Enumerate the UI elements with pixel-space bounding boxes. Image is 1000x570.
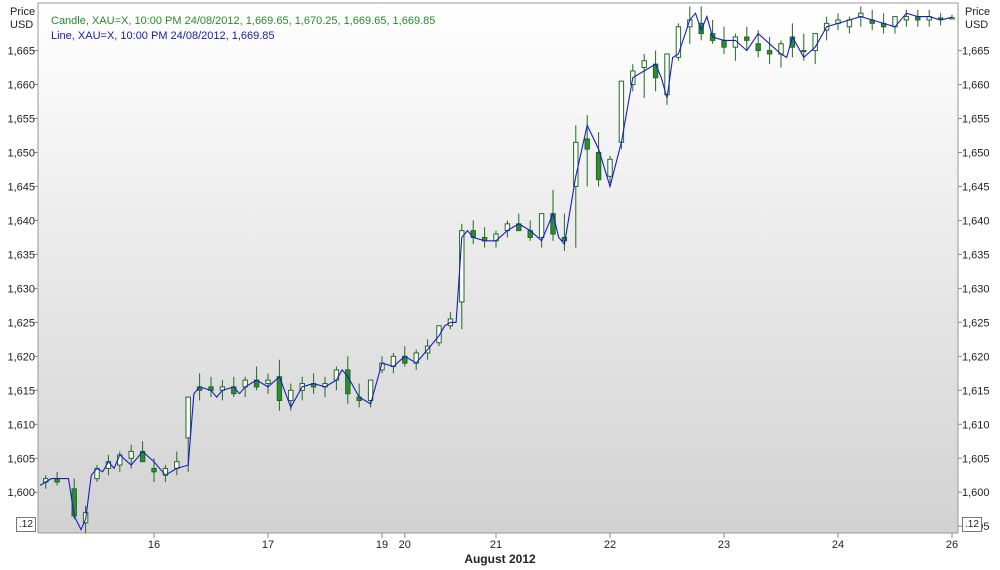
x-axis-month-label: August 2012 [464,552,536,566]
candle-body [766,50,773,55]
right-unit-label: Price USD [965,6,990,32]
candle-body [151,467,157,473]
left-unit-usd: USD [10,19,34,31]
x-tick-label: 21 [490,539,502,551]
y-tick-label-left: 1,665 [7,46,35,58]
candle-body [573,141,579,187]
y-tick-label-right: 1,615 [962,385,990,397]
y-tick-label-left: 1,640 [7,215,35,227]
candle-body [607,158,613,177]
y-tick-label-left: 1,600 [7,487,35,499]
y-tick-label-left: 1,615 [7,385,35,397]
left-unit-price: Price [10,6,36,18]
candle-body [345,369,351,395]
x-tick-label: 24 [832,539,844,551]
y-tick-label-left: 1,635 [7,249,35,261]
y-tick-label-right: 1,665 [962,46,990,58]
y-tick-label-right: 1,655 [962,114,990,126]
x-tick-label: 26 [946,539,958,551]
x-tick-label: 23 [718,539,730,551]
y-tick-label-right: 1,660 [962,80,990,92]
candle-body [595,151,602,181]
candle-body [641,60,647,69]
legend-line: Line, XAU=X, 10:00 PM 24/08/2012, 1,669.… [51,30,275,42]
candle-body [744,36,750,41]
left-scale-badge: .12 [16,517,36,532]
y-tick-label-right: 1,605 [962,453,990,465]
candle-body [185,396,191,439]
candle-body [584,138,590,150]
y-tick-label-left: 1,645 [7,181,35,193]
candle-body [721,39,727,48]
price-chart[interactable]: 1,600 1,605 1,610 1,615 1,620 1,625 1,630 1,635… [0,0,1000,570]
left-unit-label: Price USD [10,6,35,32]
y-tick-label-right: 1,650 [962,147,990,159]
y-tick-label-left: 1,630 [7,283,35,295]
candle-body [903,16,910,21]
legend-candle: Candle, XAU=X, 10:00 PM 24/08/2012, 1,66… [51,15,436,27]
y-tick-label-right: 1,635 [962,249,990,261]
y-tick-label-left: 1,655 [7,114,35,126]
right-unit-usd: USD [965,19,989,31]
y-tick-label-right: 1,610 [962,419,990,431]
x-tick-label: 20 [399,539,411,551]
x-axis: 16 17 19 20 21 22 23 24 26 [148,533,958,551]
legend: Candle, XAU=X, 10:00 PM 24/08/2012, 1,66… [51,14,435,44]
y-tick-label-left: 1,620 [7,351,35,363]
candle-body [652,63,659,79]
y-tick-label-left: 1,610 [7,419,35,431]
plot-area [37,2,959,534]
y-tick-label-right: 1,620 [962,351,990,363]
candle-body [538,213,545,238]
candle-body [755,43,761,52]
y-tick-label-right: 1,640 [962,215,990,227]
y-tick-label-left: 1,660 [7,80,35,92]
right-unit-price: Price [965,6,991,18]
y-tick-label-right: 1,645 [962,181,990,193]
candle-body [333,369,340,381]
x-tick-label: 22 [604,539,616,551]
candle-body [288,389,294,401]
candle-body [801,50,807,53]
y-axis-right: 1,5951,6001,6051,6101,6151,6201,6251,630… [958,46,990,533]
y-tick-label-left: 1,605 [7,453,35,465]
x-tick-label: 19 [376,539,388,551]
y-tick-label-left: 1,650 [7,147,35,159]
y-axis-left: 1,600 1,605 1,610 1,615 1,620 1,625 1,630 1,635… [7,46,38,499]
y-tick-label-right: 1,630 [962,283,990,295]
candle-body [937,17,944,20]
candle-body [265,379,271,385]
y-tick-label-right: 1,600 [962,487,990,499]
x-tick-label: 17 [262,539,274,551]
candle-body [128,450,134,459]
y-tick-label-left: 1,625 [7,317,35,329]
x-tick-label: 16 [148,539,160,551]
candle-body [54,478,60,483]
y-tick-label-right: 1,625 [962,317,990,329]
right-scale-badge: .12 [962,517,982,532]
